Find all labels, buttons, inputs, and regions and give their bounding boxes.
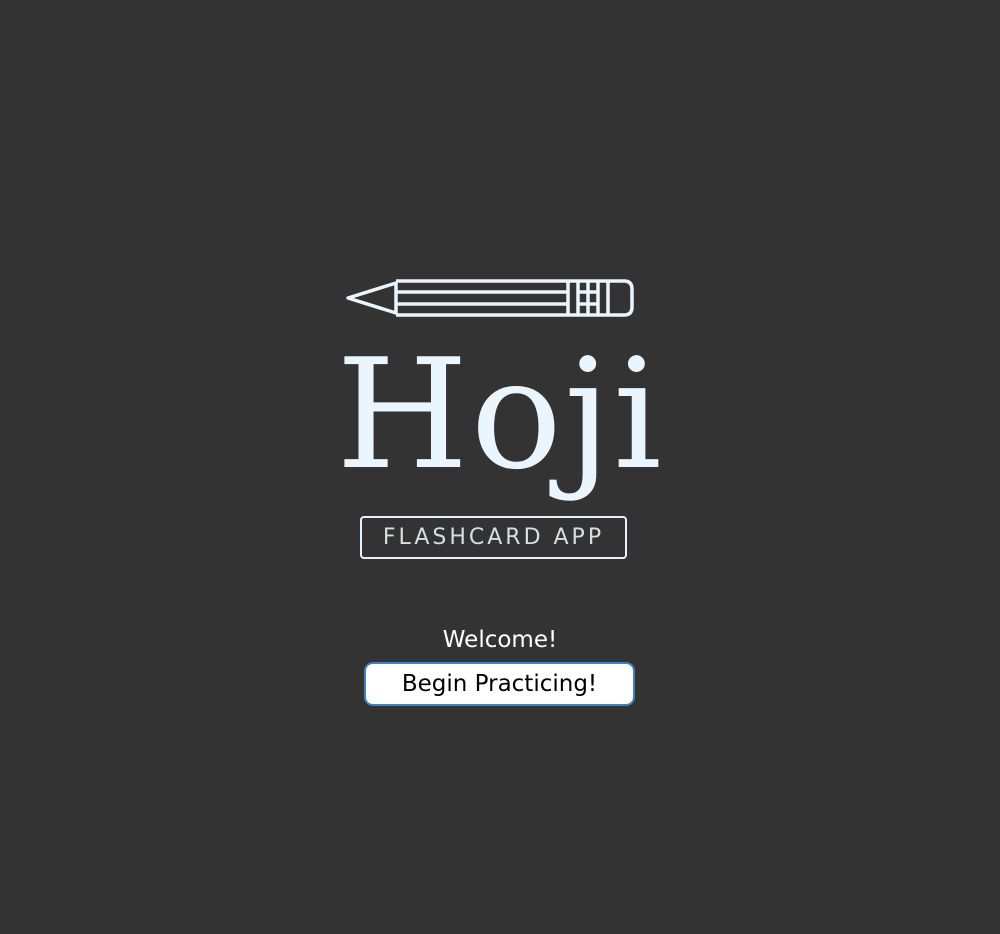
begin-practicing-button[interactable]: Begin Practicing! <box>364 662 635 706</box>
brand-name: Hoji <box>336 326 664 503</box>
welcome-message: Welcome! <box>442 627 558 653</box>
tagline-text: FLASHCARD APP <box>382 525 605 550</box>
hoji-logo: Hoji FLASHCARD APP <box>336 278 664 568</box>
tagline-badge: FLASHCARD APP <box>360 516 627 559</box>
pencil-icon <box>346 279 634 317</box>
